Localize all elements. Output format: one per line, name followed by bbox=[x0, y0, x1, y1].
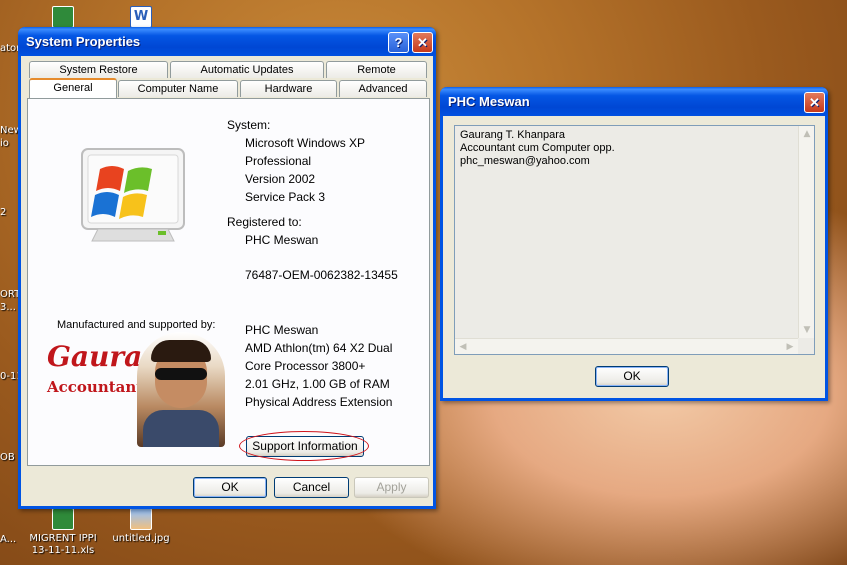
desktop-icon-label: untitled.jpg bbox=[112, 533, 170, 544]
desktop-icon-label: MIGRENT IPPI 13-11-11.xls bbox=[29, 533, 97, 556]
cancel-button[interactable]: Cancel bbox=[274, 477, 349, 498]
tab-label: Remote bbox=[357, 64, 396, 76]
registered-label: Registered to: bbox=[227, 215, 302, 229]
excel-file-icon bbox=[52, 6, 74, 28]
support-name: PHC Meswan bbox=[245, 323, 319, 337]
system-label: System: bbox=[227, 118, 271, 132]
close-button[interactable]: ✕ bbox=[804, 92, 825, 113]
tab-advanced[interactable]: Advanced bbox=[339, 80, 427, 97]
scroll-up-arrow-icon[interactable]: ▲ bbox=[799, 126, 815, 142]
windows-monitor-icon bbox=[78, 147, 188, 247]
registered-name: PHC Meswan bbox=[245, 233, 319, 247]
system-properties-window: System Properties ? ✕ System Restore Aut… bbox=[18, 27, 436, 509]
button-label: Apply bbox=[376, 480, 407, 494]
tab-system-restore[interactable]: System Restore bbox=[29, 61, 168, 78]
tab-label: Hardware bbox=[264, 83, 313, 95]
highlight-oval bbox=[239, 431, 369, 461]
excel-file-icon bbox=[52, 508, 74, 530]
button-label: OK bbox=[221, 480, 239, 494]
support-info-textbox[interactable]: Gaurang T. Khanpara Accountant cum Compu… bbox=[454, 125, 815, 355]
system-properties-titlebar[interactable]: System Properties ? ✕ bbox=[18, 27, 436, 56]
apply-button[interactable]: Apply bbox=[354, 477, 429, 498]
processor-line-2: Core Processor 3800+ bbox=[245, 359, 366, 373]
desktop-icon-migrent-xls[interactable]: MIGRENT IPPI 13-11-11.xls bbox=[28, 508, 98, 557]
image-file-icon bbox=[130, 508, 152, 530]
tab-label: Advanced bbox=[358, 83, 408, 95]
logo-subtitle: Accountant bbox=[47, 378, 144, 396]
manufacturer-logo: Gaurang Accountant bbox=[45, 332, 225, 449]
edge-label: io bbox=[0, 138, 9, 149]
desktop-icon-untitled-jpg[interactable]: untitled.jpg bbox=[106, 508, 176, 545]
phc-meswan-dialog: PHC Meswan ✕ Gaurang T. Khanpara Account… bbox=[440, 87, 828, 401]
scroll-left-arrow-icon[interactable]: ◀ bbox=[455, 339, 471, 355]
tab-computer-name[interactable]: Computer Name bbox=[118, 80, 238, 97]
edge-label: 2 bbox=[0, 207, 7, 218]
window-title: System Properties bbox=[26, 34, 141, 49]
support-contact-name: Gaurang T. Khanpara bbox=[460, 129, 565, 141]
edge-label: A... bbox=[0, 534, 17, 545]
phc-ok-button[interactable]: OK bbox=[595, 366, 669, 387]
horizontal-scrollbar[interactable]: ◀ ▶ bbox=[455, 338, 798, 354]
tab-remote[interactable]: Remote bbox=[326, 61, 427, 78]
window-title: PHC Meswan bbox=[448, 94, 530, 109]
phc-dialog-titlebar[interactable]: PHC Meswan ✕ bbox=[440, 87, 828, 116]
tab-hardware[interactable]: Hardware bbox=[240, 80, 337, 97]
os-name: Microsoft Windows XP bbox=[245, 136, 366, 150]
edge-label: 3... bbox=[0, 302, 16, 313]
button-label: OK bbox=[623, 369, 641, 383]
edge-label: OB bbox=[0, 452, 15, 463]
vertical-scrollbar[interactable]: ▲ ▼ bbox=[798, 126, 814, 338]
close-button[interactable]: ✕ bbox=[412, 32, 433, 53]
help-icon: ? bbox=[394, 35, 403, 50]
memory-line: 2.01 GHz, 1.00 GB of RAM bbox=[245, 377, 390, 391]
tab-label: Computer Name bbox=[137, 83, 219, 95]
scroll-down-arrow-icon[interactable]: ▼ bbox=[799, 322, 815, 338]
scroll-right-arrow-icon[interactable]: ▶ bbox=[782, 339, 798, 355]
os-version: Version 2002 bbox=[245, 172, 316, 186]
pae-line: Physical Address Extension bbox=[245, 395, 393, 409]
manufacturer-photo bbox=[137, 332, 225, 447]
processor-line-1: AMD Athlon(tm) 64 X2 Dual bbox=[245, 341, 393, 355]
tab-label: System Restore bbox=[59, 64, 138, 76]
tab-general[interactable]: General bbox=[29, 78, 117, 98]
support-contact-title: Accountant cum Computer opp. bbox=[460, 142, 615, 154]
word-file-icon: W bbox=[130, 6, 152, 28]
product-id: 76487-OEM-0062382-13455 bbox=[245, 268, 398, 282]
close-icon: ✕ bbox=[417, 35, 428, 50]
os-service-pack: Service Pack 3 bbox=[245, 190, 326, 204]
tab-label: Automatic Updates bbox=[200, 64, 294, 76]
manufactured-label: Manufactured and supported by: bbox=[57, 319, 216, 331]
button-label: Cancel bbox=[292, 480, 331, 494]
tab-automatic-updates[interactable]: Automatic Updates bbox=[170, 61, 324, 78]
ok-button[interactable]: OK bbox=[193, 477, 267, 498]
os-edition: Professional bbox=[245, 154, 312, 168]
help-button[interactable]: ? bbox=[388, 32, 409, 53]
tab-label: General bbox=[53, 82, 93, 94]
close-icon: ✕ bbox=[809, 95, 820, 110]
support-contact-email: phc_meswan@yahoo.com bbox=[460, 155, 590, 167]
